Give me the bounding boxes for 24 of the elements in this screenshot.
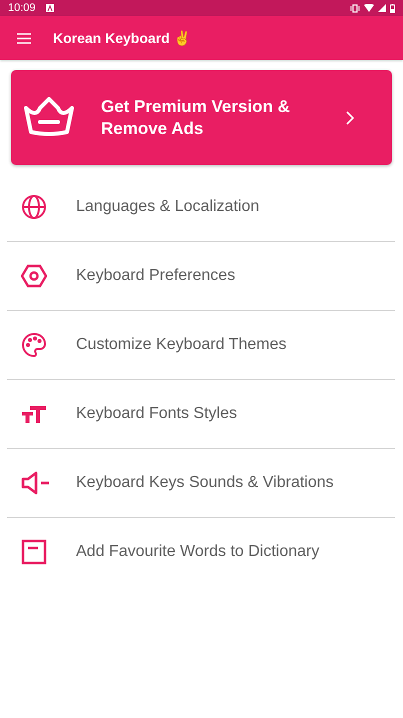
menu-icon — [17, 32, 31, 44]
menu-button[interactable] — [17, 32, 31, 44]
globe-icon — [21, 194, 47, 220]
menu-item[interactable]: Languages & Localization — [76, 198, 260, 216]
notification-icon — [46, 4, 54, 12]
chevron-right-icon — [346, 110, 354, 124]
vibrate-icon — [350, 4, 360, 12]
menu-item[interactable]: Keyboard Preferences — [76, 267, 236, 285]
premium-banner[interactable]: Get Premium Version & Remove Ads — [11, 70, 392, 165]
app-title: Korean Keyboard ✌ — [53, 30, 191, 46]
menu-item[interactable]: Add Favourite Words to Dictionary — [76, 543, 320, 561]
status-time: 10:09 — [8, 2, 36, 14]
menu-item[interactable]: Customize Keyboard Themes — [76, 336, 286, 354]
font-size-icon — [21, 403, 47, 425]
hexagon-icon — [21, 264, 47, 288]
wifi-icon — [364, 4, 374, 12]
menu-item[interactable]: Keyboard Fonts Styles — [76, 405, 237, 423]
speaker-icon — [21, 470, 51, 496]
battery-icon — [390, 4, 395, 12]
note-icon — [21, 539, 47, 565]
palette-icon — [21, 332, 47, 358]
menu-item[interactable]: Keyboard Keys Sounds & Vibrations — [76, 474, 334, 492]
signal-icon — [378, 4, 386, 12]
premium-text: Get Premium Version & Remove Ads — [101, 96, 291, 140]
